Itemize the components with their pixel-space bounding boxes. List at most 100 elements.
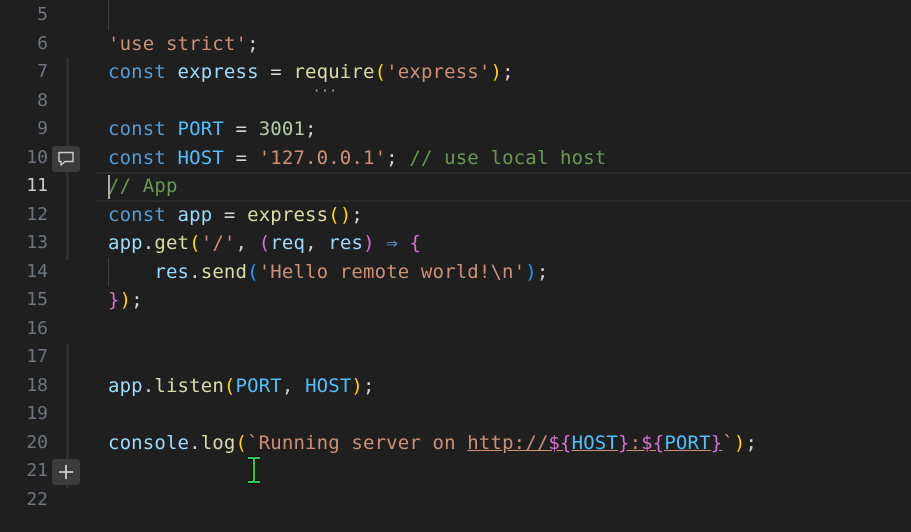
code-line-9[interactable]: const PORT = 3001;: [108, 115, 317, 144]
variable-token: app: [108, 375, 143, 397]
bracket-token: (: [258, 232, 271, 254]
line-number: 15: [26, 289, 48, 310]
add-line-button[interactable]: [52, 459, 80, 485]
comment-icon: [58, 151, 74, 166]
punctuation-token: ,: [305, 232, 329, 254]
punctuation-token: ;: [536, 261, 549, 283]
constant-token: PORT: [664, 432, 711, 454]
punctuation-token: ;: [363, 375, 375, 397]
code-line-15[interactable]: });: [108, 286, 143, 315]
string-token: 'Hello remote world!\n': [258, 261, 526, 283]
punctuation-token: .: [142, 232, 155, 254]
line-number: 13: [26, 232, 48, 253]
line-number: 5: [37, 4, 48, 25]
constant-token: HOST: [305, 375, 352, 397]
variable-token: express: [177, 61, 259, 83]
variable-token: res: [154, 261, 190, 283]
code-line-10[interactable]: const HOST = '127.0.0.1'; // use local h…: [108, 144, 606, 173]
line-number: 6: [37, 33, 48, 54]
bracket-token: ): [490, 61, 503, 83]
string-token: 'express': [386, 61, 491, 83]
constant-token: HOST: [571, 432, 618, 454]
code-line-20[interactable]: console.log(`Running server on http://${…: [108, 429, 757, 458]
punctuation-token: ;: [745, 432, 758, 454]
line-number: 8: [37, 90, 48, 111]
code-editor[interactable]: 5 6 7 8 9 10 11 12 13 14 15 16 17 18 19 …: [0, 0, 911, 532]
punctuation-token: ;: [131, 289, 143, 311]
url-link[interactable]: http://${HOST}:${PORT}: [467, 432, 722, 454]
operator-token: =: [223, 118, 259, 140]
punctuation-token: ,: [235, 232, 259, 254]
function-token: express: [247, 204, 329, 226]
template-delimiter: }: [710, 432, 723, 454]
punctuation-token: ,: [281, 375, 306, 397]
punctuation-token: ;: [351, 204, 364, 226]
ibeam-cursor-icon: [248, 456, 260, 484]
template-string-token: `: [722, 432, 734, 454]
url-text: http://: [467, 432, 549, 454]
line-number: 12: [26, 204, 48, 225]
line-number: 18: [26, 375, 48, 396]
operator-token: =: [212, 204, 248, 226]
template-delimiter: ${: [548, 432, 572, 454]
punctuation-token: ;: [247, 33, 259, 55]
bracket-token: ): [525, 261, 537, 283]
code-line-12[interactable]: const app = express();: [108, 201, 363, 230]
bracket-token: ): [363, 232, 375, 254]
constant-token: HOST: [177, 147, 224, 169]
variable-token: app: [177, 204, 213, 226]
line-number-active: 11: [26, 175, 48, 196]
bracket-token: (: [247, 261, 259, 283]
keyword-token: const: [108, 118, 166, 140]
function-token: get: [154, 232, 190, 254]
constant-token: PORT: [235, 375, 282, 397]
add-comment-button[interactable]: [52, 146, 80, 172]
code-line-18[interactable]: app.listen(PORT, HOST);: [108, 372, 375, 401]
punctuation-token: .: [142, 375, 155, 397]
line-number: 22: [26, 489, 48, 510]
string-token: '127.0.0.1': [258, 147, 387, 169]
bracket-token: (: [189, 232, 201, 254]
function-token: listen: [154, 375, 224, 397]
code-line-13[interactable]: app.get('/', (req, res) ⇒ {: [108, 229, 421, 258]
parameter-token: res: [328, 232, 364, 254]
active-line-highlight: [96, 172, 911, 202]
variable-token: app: [108, 232, 143, 254]
code-line-14[interactable]: res.send('Hello remote world!\n');: [108, 258, 548, 287]
bracket-token: (: [223, 375, 236, 397]
punctuation-token: .: [189, 432, 201, 454]
bracket-token: ): [733, 432, 746, 454]
template-delimiter: ${: [641, 432, 665, 454]
line-number: 21: [26, 460, 48, 481]
bracket-token: {: [409, 232, 422, 254]
punctuation-token: ;: [502, 61, 514, 83]
keyword-token: const: [108, 147, 166, 169]
string-token: 'use strict': [108, 33, 248, 55]
comment-token: // use local host: [409, 147, 607, 169]
parameter-token: req: [270, 232, 306, 254]
line-number: 19: [26, 403, 48, 424]
keyword-token: const: [108, 204, 166, 226]
variable-token: console: [108, 432, 190, 454]
template-delimiter: }: [617, 432, 630, 454]
line-number: 17: [26, 346, 48, 367]
function-token: log: [200, 432, 236, 454]
line-number: 20: [26, 432, 48, 453]
suggestion-dots: ···: [313, 84, 338, 98]
bracket-token: (: [374, 61, 387, 83]
line-number: 9: [37, 118, 48, 139]
line-number: 14: [26, 261, 48, 282]
number-token: 3001: [258, 118, 306, 140]
plus-icon: [59, 465, 73, 479]
template-string-token: `Running server on: [247, 432, 468, 454]
code-line-7[interactable]: const express = require('express');: [108, 58, 514, 87]
indent-guide: [108, 0, 109, 30]
line-number: 16: [26, 318, 48, 339]
constant-token: PORT: [177, 118, 224, 140]
punctuation-token: ;: [386, 147, 410, 169]
string-token: '/': [200, 232, 236, 254]
bracket-token: }: [108, 289, 120, 311]
code-line-6[interactable]: 'use strict';: [108, 30, 259, 59]
code-line-11[interactable]: // App: [108, 172, 178, 201]
punctuation-token: .: [189, 261, 201, 283]
